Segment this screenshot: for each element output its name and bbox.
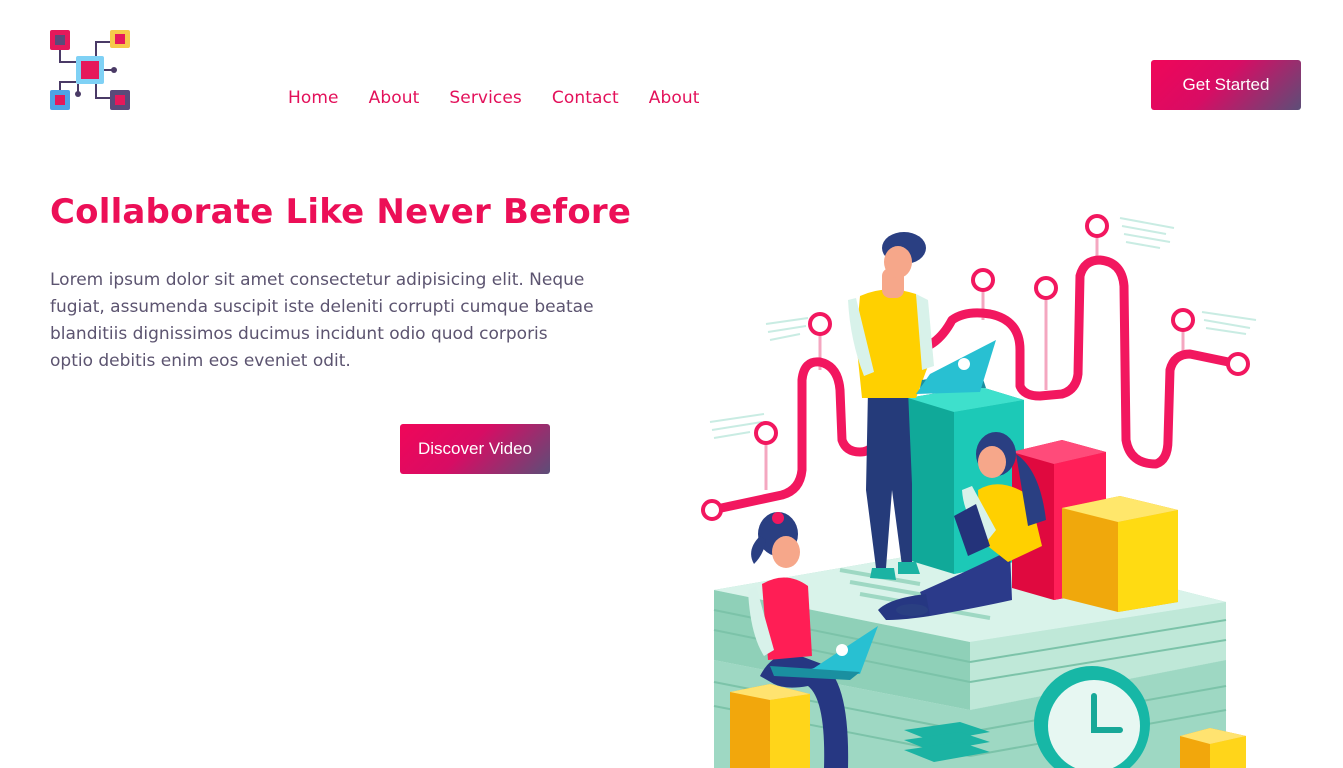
- nav-link-services[interactable]: Services: [449, 88, 522, 108]
- nav-link-about[interactable]: About: [369, 88, 420, 108]
- discover-video-button[interactable]: Discover Video: [400, 424, 550, 474]
- hero-paragraph: Lorem ipsum dolor sit amet consectetur a…: [50, 270, 594, 371]
- nav-link-home[interactable]: Home: [288, 88, 339, 108]
- main-nav: Home About Services Contact About: [288, 88, 699, 108]
- team-collaboration-illustration: [701, 214, 1257, 768]
- logo[interactable]: [48, 28, 132, 112]
- nav-link-contact[interactable]: Contact: [552, 88, 619, 108]
- hero-illustration: [690, 190, 1343, 768]
- get-started-button[interactable]: Get Started: [1151, 60, 1301, 110]
- hero-title: Collaborate Like Never Before: [50, 192, 632, 232]
- nav-link-about-2[interactable]: About: [649, 88, 700, 108]
- circuit-chip-icon: [50, 30, 130, 110]
